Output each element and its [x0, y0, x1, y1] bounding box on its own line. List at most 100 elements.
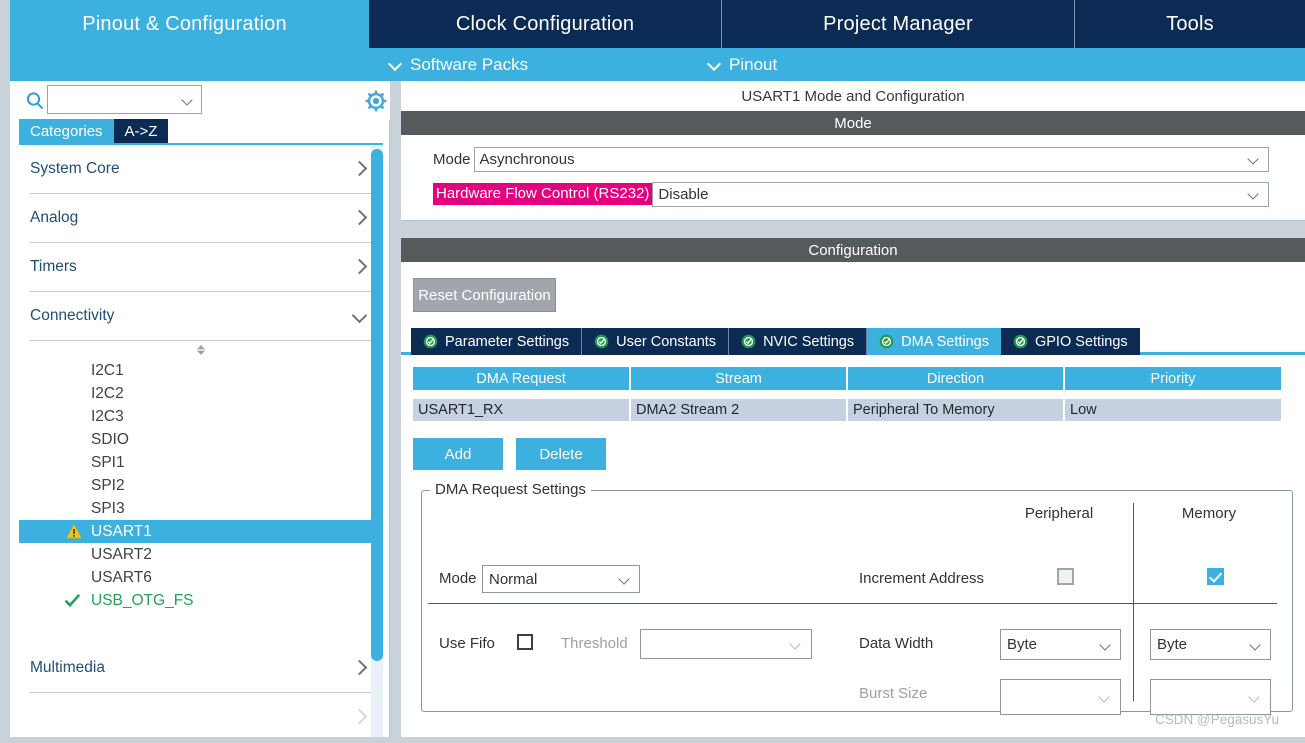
- configuration-tab-strip: Parameter Settings User Constants: [401, 328, 1305, 355]
- mode-label: Mode: [433, 151, 474, 168]
- configuration-section-header: Configuration: [401, 238, 1305, 262]
- list-item-usart2[interactable]: USART2: [19, 543, 383, 566]
- sub-tool-bar: Software Packs Pinout: [0, 48, 1305, 81]
- table-row[interactable]: USART1_RX DMA2 Stream 2 Peripheral To Me…: [413, 399, 1293, 421]
- tab-clock-configuration[interactable]: Clock Configuration: [369, 0, 722, 48]
- tab-gpio-settings[interactable]: GPIO Settings: [1001, 328, 1140, 355]
- list-item-spi1[interactable]: SPI1: [19, 451, 383, 474]
- tab-tools[interactable]: Tools: [1075, 0, 1305, 48]
- chevron-right-icon: [352, 259, 366, 273]
- mode-increment-row: Mode Normal Increment Address: [422, 565, 1292, 595]
- list-item-i2c3[interactable]: I2C3: [19, 405, 383, 428]
- sidebar-group-timers[interactable]: Timers: [30, 243, 372, 292]
- data-width-memory-select[interactable]: Byte: [1150, 629, 1271, 660]
- list-item-label: SPI3: [91, 500, 125, 518]
- list-item-label: USART6: [91, 569, 152, 587]
- column-header-direction[interactable]: Direction: [848, 367, 1065, 390]
- section-divider: [401, 221, 1305, 238]
- pinout-menu[interactable]: Pinout: [708, 48, 777, 81]
- list-item-label: USART2: [91, 546, 152, 564]
- chevron-down-icon: [1099, 693, 1111, 701]
- sidebar-view-tabs: Categories A->Z: [19, 119, 168, 143]
- chevron-down-icon: [619, 575, 631, 583]
- chevron-down-icon: [1100, 641, 1112, 649]
- increment-address-peripheral-checkbox[interactable]: [1057, 568, 1074, 585]
- list-item-label: I2C2: [91, 385, 124, 403]
- list-item-i2c2[interactable]: I2C2: [19, 382, 383, 405]
- list-item-label: I2C3: [91, 408, 124, 426]
- add-button[interactable]: Add: [413, 438, 503, 470]
- sidebar-group-partial[interactable]: [30, 693, 372, 742]
- sidebar-group-multimedia[interactable]: Multimedia: [30, 644, 372, 693]
- column-header-dma-request[interactable]: DMA Request: [413, 367, 631, 390]
- software-packs-label: Software Packs: [410, 55, 528, 75]
- tab-dma-settings[interactable]: DMA Settings: [867, 328, 1001, 355]
- dma-request-settings-legend: DMA Request Settings: [430, 481, 591, 498]
- check-circle-icon: [423, 334, 438, 349]
- group-label: System Core: [30, 160, 120, 178]
- peripheral-sidebar: Categories A->Z System Core Analog Timer…: [0, 81, 390, 743]
- data-width-peripheral-value: Byte: [1007, 636, 1100, 653]
- sidebar-scrollbar-thumb[interactable]: [371, 149, 383, 661]
- sidebar-group-connectivity[interactable]: Connectivity: [30, 292, 372, 341]
- increment-address-memory-checkbox[interactable]: [1207, 568, 1224, 585]
- tab-user-constants[interactable]: User Constants: [582, 328, 729, 355]
- dma-mode-select[interactable]: Normal: [482, 565, 640, 593]
- burst-size-row: Burst Size: [422, 679, 1292, 713]
- fifo-datawidth-row: Use Fifo Threshold Data Width Byte Byte: [422, 629, 1292, 659]
- list-item-sdio[interactable]: SDIO: [19, 428, 383, 451]
- group-label: Multimedia: [30, 659, 105, 677]
- chevron-down-icon: [1249, 693, 1261, 701]
- hardware-flow-control-select[interactable]: Disable: [652, 182, 1269, 207]
- chevron-down-icon: [1250, 641, 1262, 649]
- chevron-down-icon: [1248, 190, 1260, 198]
- chevron-right-icon: [352, 161, 366, 175]
- list-item-spi2[interactable]: SPI2: [19, 474, 383, 497]
- mode-select[interactable]: Asynchronous: [474, 147, 1269, 172]
- data-width-peripheral-select[interactable]: Byte: [1000, 629, 1121, 660]
- use-fifo-checkbox[interactable]: [517, 634, 533, 650]
- tab-nvic-settings[interactable]: NVIC Settings: [729, 328, 867, 355]
- list-item-usb-otg-fs[interactable]: USB_OTG_FS: [19, 589, 383, 612]
- chevron-down-icon: [790, 640, 802, 648]
- sidebar-scrollbar-track[interactable]: [371, 145, 383, 743]
- group-label: Connectivity: [30, 307, 114, 325]
- search-input[interactable]: [47, 85, 202, 114]
- tab-project-manager[interactable]: Project Manager: [722, 0, 1075, 48]
- sidebar-group-analog[interactable]: Analog: [30, 194, 372, 243]
- tab-categories[interactable]: Categories: [19, 119, 114, 143]
- list-item-usart1[interactable]: USART1: [19, 520, 383, 543]
- data-width-memory-value: Byte: [1157, 636, 1250, 653]
- tab-a-to-z[interactable]: A->Z: [114, 119, 169, 143]
- vertical-divider: [1133, 503, 1134, 701]
- scroll-up-down-nub[interactable]: [19, 341, 383, 359]
- tab-pinout-configuration[interactable]: Pinout & Configuration: [0, 0, 369, 48]
- burst-size-peripheral-select[interactable]: [1000, 679, 1121, 715]
- list-item-label: USART1: [91, 523, 152, 541]
- reset-configuration-button[interactable]: Reset Configuration: [413, 278, 556, 312]
- sidebar-search-row: [0, 81, 390, 120]
- burst-size-memory-select[interactable]: [1150, 679, 1271, 715]
- gear-icon[interactable]: [364, 89, 388, 113]
- list-item-spi3[interactable]: SPI3: [19, 497, 383, 520]
- tab-parameter-settings[interactable]: Parameter Settings: [411, 328, 582, 355]
- list-item-label: I2C1: [91, 362, 124, 380]
- cell-stream: DMA2 Stream 2: [631, 399, 848, 421]
- check-circle-icon: [594, 334, 609, 349]
- list-item-i2c1[interactable]: I2C1: [19, 359, 383, 382]
- increment-address-label: Increment Address: [859, 570, 984, 587]
- sidebar-group-system-core[interactable]: System Core: [30, 145, 372, 194]
- column-header-priority[interactable]: Priority: [1065, 367, 1281, 390]
- list-item-usart6[interactable]: USART6: [19, 566, 383, 589]
- check-icon: [64, 593, 81, 608]
- column-header-stream[interactable]: Stream: [631, 367, 848, 390]
- configuration-section-body: Reset Configuration Parameter Settings: [401, 278, 1305, 712]
- threshold-select[interactable]: [640, 629, 812, 659]
- delete-button[interactable]: Delete: [516, 438, 606, 470]
- peripheral-column-header: Peripheral: [1004, 505, 1114, 522]
- hardware-flow-control-label: Hardware Flow Control (RS232): [433, 183, 652, 205]
- tab-label: GPIO Settings: [1035, 334, 1128, 350]
- column-headers: Peripheral Memory: [422, 505, 1292, 527]
- chevron-down-icon[interactable]: [182, 96, 194, 104]
- software-packs-menu[interactable]: Software Packs: [389, 48, 528, 81]
